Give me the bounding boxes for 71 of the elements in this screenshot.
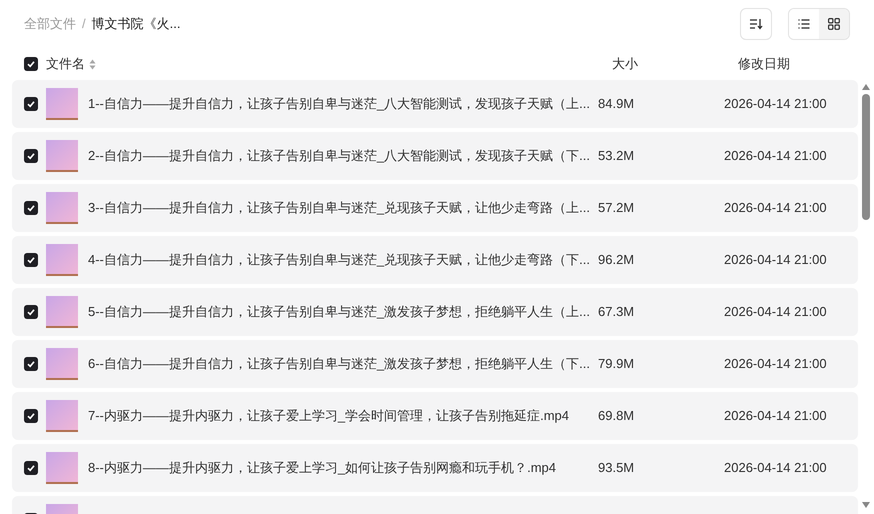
modified-date: 2026-04-14 21:00 [724, 355, 827, 374]
modified-date: 2026-04-14 21:00 [724, 459, 827, 478]
column-header[interactable]: 大小 [612, 54, 738, 74]
file-row[interactable]: 7--内驱力——提升内驱力，让孩子爱上学习_学会时间管理，让孩子告别拖延症.mp4 69.8M 2026-04-14 21:00 [12, 392, 858, 440]
check-icon [26, 99, 36, 109]
checkbox[interactable] [24, 201, 38, 215]
sort-icon [749, 18, 763, 30]
video-thumbnail [46, 348, 78, 380]
column-header[interactable]: 文件名 [46, 54, 85, 74]
modified-date: 2026-04-14 21:00 [724, 95, 827, 114]
checkbox[interactable] [24, 461, 38, 475]
scrollbar-thumb[interactable] [862, 94, 870, 220]
video-thumbnail [46, 452, 78, 484]
video-thumbnail [46, 192, 78, 224]
scroll-up-arrow-icon[interactable] [862, 84, 870, 90]
file-row[interactable]: 3--自信力——提升自信力，让孩子告别自卑与迷茫_兑现孩子天赋，让他少走弯路（上... 57.2M 2026-04-14 21:00 [12, 184, 858, 232]
grid-view-button[interactable] [819, 9, 849, 39]
file-name: 5--自信力——提升自信力，让孩子告别自卑与迷茫_激发孩子梦想，拒绝躺平人生（上... [88, 303, 591, 322]
checkbox[interactable] [24, 57, 38, 71]
checkbox[interactable] [24, 357, 38, 371]
breadcrumb-separator: / [82, 15, 86, 34]
checkbox[interactable] [24, 97, 38, 111]
grid-icon [828, 18, 840, 30]
file-row[interactable]: 8--内驱力——提升内驱力，让孩子爱上学习_如何让孩子告别网瘾和玩手机？.mp4 93.5M 2026-04-14 21:00 [12, 444, 858, 492]
check-icon [26, 463, 36, 473]
file-size: 69.8M [598, 407, 636, 426]
video-thumbnail [46, 140, 78, 172]
breadcrumb-link[interactable]: 博文书院《火... [92, 14, 180, 34]
column-header[interactable]: 修改日期 [738, 54, 790, 74]
video-thumbnail [46, 400, 78, 432]
checkbox[interactable] [24, 149, 38, 163]
file-size: 96.2M [598, 251, 636, 270]
video-thumbnail [46, 88, 78, 120]
modified-date: 2026-04-14 21:00 [724, 147, 827, 166]
check-icon [26, 203, 36, 213]
file-size: 57.2M [598, 199, 636, 218]
file-name: 1--自信力——提升自信力，让孩子告别自卑与迷茫_八大智能测试，发现孩子天赋（上... [88, 95, 591, 114]
file-name: 8--内驱力——提升内驱力，让孩子爱上学习_如何让孩子告别网瘾和玩手机？.mp4 [88, 459, 558, 478]
file-size: 79.9M [598, 355, 636, 374]
modified-date: 2026-04-14 21:00 [724, 251, 827, 270]
check-icon [26, 255, 36, 265]
file-size: 84.9M [598, 95, 636, 114]
modified-date: 2026-04-14 21:00 [724, 303, 827, 322]
file-row[interactable]: 4--自信力——提升自信力，让孩子告别自卑与迷茫_兑现孩子天赋，让他少走弯路（下... 96.2M 2026-04-14 21:00 [12, 236, 858, 284]
check-icon [26, 359, 36, 369]
file-name: 7--内驱力——提升内驱力，让孩子爱上学习_学会时间管理，让孩子告别拖延症.mp4 [88, 407, 570, 426]
file-row[interactable]: 6--自信力——提升自信力，让孩子告别自卑与迷茫_激发孩子梦想，拒绝躺平人生（下... 79.9M 2026-04-14 21:00 [12, 340, 858, 388]
checkbox[interactable] [24, 253, 38, 267]
video-thumbnail [46, 244, 78, 276]
check-icon [26, 411, 36, 421]
file-size: 67.3M [598, 303, 636, 322]
file-name: 4--自信力——提升自信力，让孩子告别自卑与迷茫_兑现孩子天赋，让他少走弯路（下... [88, 251, 591, 270]
file-size: 93.5M [598, 459, 636, 478]
modified-date: 2026-04-14 21:00 [724, 407, 827, 426]
file-name: 2--自信力——提升自信力，让孩子告别自卑与迷茫_八大智能测试，发现孩子天赋（下... [88, 147, 591, 166]
scroll-down-arrow-icon[interactable] [862, 502, 870, 508]
sort-button[interactable] [740, 8, 772, 40]
modified-date: 2026-04-14 21:00 [724, 199, 827, 218]
check-icon [26, 151, 36, 161]
check-icon [26, 307, 36, 317]
list-icon [798, 19, 810, 29]
video-thumbnail [46, 296, 78, 328]
file-name: 6--自信力——提升自信力，让孩子告别自卑与迷茫_激发孩子梦想，拒绝躺平人生（下... [88, 355, 591, 374]
file-row[interactable]: 2--自信力——提升自信力，让孩子告别自卑与迷茫_八大智能测试，发现孩子天赋（下... 53.2M 2026-04-14 21:00 [12, 132, 858, 180]
checkbox[interactable] [24, 409, 38, 423]
file-name: 3--自信力——提升自信力，让孩子告别自卑与迷茫_兑现孩子天赋，让他少走弯路（上... [88, 199, 591, 218]
checkbox[interactable] [24, 305, 38, 319]
check-icon [26, 59, 36, 69]
file-row[interactable]: 1--自信力——提升自信力，让孩子告别自卑与迷茫_八大智能测试，发现孩子天赋（上... 84.9M 2026-04-14 21:00 [12, 80, 858, 128]
file-size: 53.2M [598, 147, 636, 166]
file-row[interactable]: 5--自信力——提升自信力，让孩子告别自卑与迷茫_激发孩子梦想，拒绝躺平人生（上... 67.3M 2026-04-14 21:00 [12, 288, 858, 336]
